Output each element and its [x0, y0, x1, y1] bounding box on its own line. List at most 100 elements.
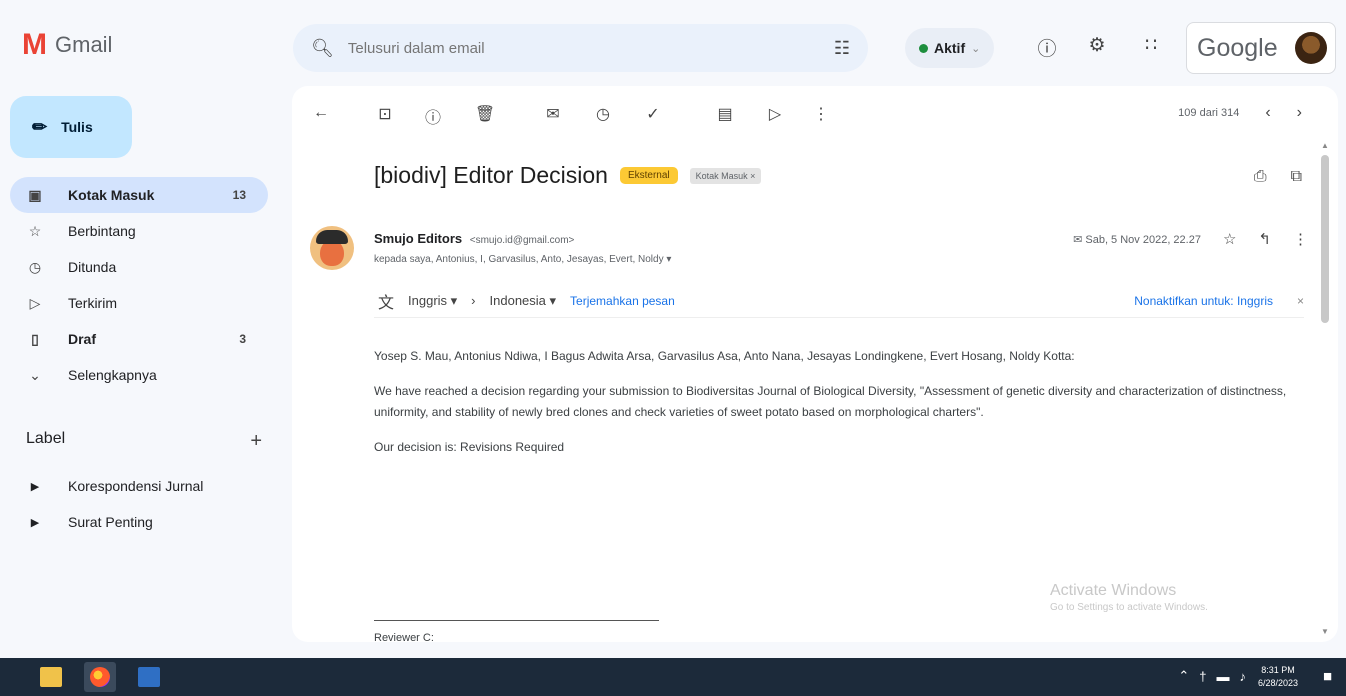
volume-icon[interactable]: ♪ [1240, 669, 1247, 684]
word-icon[interactable] [138, 667, 160, 687]
label-icon: ▶︎ [30, 516, 40, 529]
email-body: Yosep S. Mau, Antonius Ndiwa, I Bagus Ad… [374, 346, 1304, 472]
close-translate-icon[interactable]: × [1297, 294, 1304, 308]
system-tray: ⌃ † ▬ ♪ [1178, 668, 1246, 684]
email-decision: Our decision is: Revisions Required [374, 440, 565, 454]
network-icon[interactable]: ▬ [1217, 669, 1230, 684]
sender-email: <smujo.id@gmail.com> [469, 235, 575, 246]
search-bar[interactable]: 🔍︎ ☷ [293, 24, 868, 72]
label-as-icon[interactable]: ▷ [764, 104, 786, 124]
move-to-icon[interactable]: ▤ [714, 104, 736, 124]
target-language-select[interactable]: Indonesia ▾ [490, 293, 557, 309]
watermark-line1: Activate Windows [1050, 582, 1177, 599]
sidebar-item-label: Terkirim [68, 295, 117, 311]
search-input[interactable] [347, 39, 834, 57]
divider [374, 620, 659, 621]
file-explorer-icon[interactable] [40, 667, 62, 687]
add-label-icon[interactable]: + [250, 430, 262, 453]
sender[interactable]: Smujo Editors <smujo.id@gmail.com> [374, 231, 574, 246]
pen-icon[interactable]: † [1199, 669, 1206, 684]
sidebar-item-starred[interactable]: ☆ Berbintang [10, 213, 268, 249]
settings-gear-icon[interactable]: ⚙ [1084, 34, 1110, 57]
draft-count: 3 [239, 332, 246, 346]
email-paragraph: We have reached a decision regarding you… [374, 384, 1287, 419]
activate-windows-watermark: Activate Windows Go to Settings to activ… [1050, 582, 1208, 613]
sidebar-item-more[interactable]: ⌄ Selengkapnya [10, 357, 268, 393]
app-name: Gmail [55, 32, 113, 57]
recipients-details[interactable]: kepada saya, Antonius, I, Garvasilus, An… [374, 254, 671, 265]
scroll-down-icon[interactable]: ▼ [1320, 627, 1330, 636]
send-icon: ▷ [29, 294, 41, 311]
sidebar-item-drafts[interactable]: ▯ Draf 3 [10, 321, 268, 357]
more-vert-icon[interactable]: ⋮ [1293, 230, 1308, 248]
message-date: ✉︎ Sab, 5 Nov 2022, 22.27 [1073, 233, 1201, 246]
sidebar-item-inbox[interactable]: ▣ Kotak Masuk 13 [10, 177, 268, 213]
sidebar-item-label-journal[interactable]: ▶︎ Korespondensi Jurnal [10, 468, 268, 504]
clock-time: 8:31 PM [1261, 665, 1295, 675]
sidebar-item-label-important[interactable]: ▶︎ Surat Penting [10, 504, 268, 540]
archive-icon[interactable]: ⊡ [374, 104, 396, 124]
gmail-m-icon: M [22, 28, 47, 61]
back-arrow-icon[interactable]: ← [310, 104, 332, 122]
delete-icon[interactable]: 🗑︎ [474, 104, 496, 124]
sidebar-item-label: Korespondensi Jurnal [68, 478, 204, 494]
snooze-icon[interactable]: ◷ [592, 104, 614, 124]
apps-grid-icon[interactable]: ∷ [1138, 34, 1164, 57]
firefox-icon[interactable] [84, 662, 116, 692]
attachment-icon: ✉︎ [1073, 233, 1083, 246]
scroll-up-icon[interactable]: ▲ [1320, 141, 1330, 150]
system-clock[interactable]: 8:31 PM 6/28/2023 [1258, 664, 1298, 690]
arrow-right-icon: › [471, 293, 476, 308]
inbox-icon: ▣ [28, 186, 42, 203]
watermark-line2: Go to Settings to activate Windows. [1050, 602, 1208, 613]
google-account-button[interactable]: Google [1186, 22, 1336, 74]
chevron-up-icon[interactable]: ⌃ [1178, 668, 1189, 684]
gmail-logo[interactable]: M Gmail [22, 30, 112, 60]
notification-icon[interactable]: ■ [1323, 668, 1332, 685]
subject-actions: ⎙ ⧉ [1254, 168, 1302, 186]
chevron-down-icon: ⌄ [971, 42, 981, 55]
reviewer-heading: Reviewer C: [374, 632, 434, 642]
scrollbar-thumb[interactable] [1321, 155, 1329, 323]
sidebar-item-sent[interactable]: ▷ Terkirim [10, 285, 268, 321]
sidebar-nav: ▣ Kotak Masuk 13 ☆ Berbintang ◷ Ditunda … [10, 177, 268, 393]
scrollbar[interactable]: ▲ ▼ [1320, 141, 1330, 645]
chevron-down-icon: ⌄ [29, 366, 41, 383]
label-icon: ▶︎ [30, 480, 40, 493]
translate-bar: 文 Inggris ▾ › Indonesia ▾ Terjemahkan pe… [374, 284, 1304, 318]
status-dropdown[interactable]: Aktif ⌄ [905, 28, 995, 68]
clock-date: 6/28/2023 [1257, 678, 1298, 688]
reply-icon[interactable]: ↰ [1258, 230, 1271, 248]
open-new-window-icon[interactable]: ⧉ [1291, 168, 1302, 186]
compose-label: Tulis [61, 119, 93, 135]
newer-chevron-icon[interactable]: ‹ [1265, 104, 1270, 122]
source-language-select[interactable]: Inggris ▾ [408, 293, 457, 309]
draft-icon: ▯ [31, 330, 39, 347]
translate-message-link[interactable]: Terjemahkan pesan [570, 294, 675, 308]
report-spam-icon[interactable]: ⓘ [422, 104, 444, 128]
pager-count: 109 dari 314 [1178, 107, 1240, 119]
print-icon[interactable]: ⎙ [1254, 168, 1267, 186]
message-meta: ✉︎ Sab, 5 Nov 2022, 22.27 ☆ ↰ ⋮ [1073, 230, 1308, 248]
sidebar-item-label: Berbintang [68, 223, 136, 239]
sidebar-item-label: Selengkapnya [68, 367, 157, 383]
labels-header: Label + [26, 430, 262, 453]
search-options-icon[interactable]: ☷ [834, 38, 850, 59]
star-icon[interactable]: ☆ [1223, 230, 1236, 248]
add-task-icon[interactable]: ✓ [642, 104, 664, 124]
disable-translation-link[interactable]: Nonaktifkan untuk: Inggris [1134, 294, 1273, 308]
email-view-panel: ← ⊡ ⓘ 🗑︎ ✉︎ ◷ ✓ ▤ ▷ ⋮ 109 dari 314 ‹ › [… [292, 86, 1338, 642]
labels-list: ▶︎ Korespondensi Jurnal ▶︎ Surat Penting [10, 468, 268, 540]
windows-taskbar: ⌃ † ▬ ♪ 8:31 PM 6/28/2023 ■ [0, 658, 1346, 696]
account-avatar[interactable] [1295, 32, 1327, 64]
mark-unread-icon[interactable]: ✉︎ [542, 104, 564, 124]
sender-avatar[interactable] [310, 226, 354, 270]
search-icon[interactable]: 🔍︎ [311, 38, 334, 59]
more-options-icon[interactable]: ⋮ [810, 104, 832, 124]
older-chevron-icon[interactable]: › [1297, 104, 1302, 122]
inbox-label-chip[interactable]: Kotak Masuk × [689, 167, 762, 184]
help-icon[interactable]: ⓘ [1034, 34, 1060, 61]
sender-name: Smujo Editors [374, 231, 463, 246]
sidebar-item-snoozed[interactable]: ◷ Ditunda [10, 249, 268, 285]
compose-button[interactable]: ✏︎ Tulis [10, 96, 132, 158]
